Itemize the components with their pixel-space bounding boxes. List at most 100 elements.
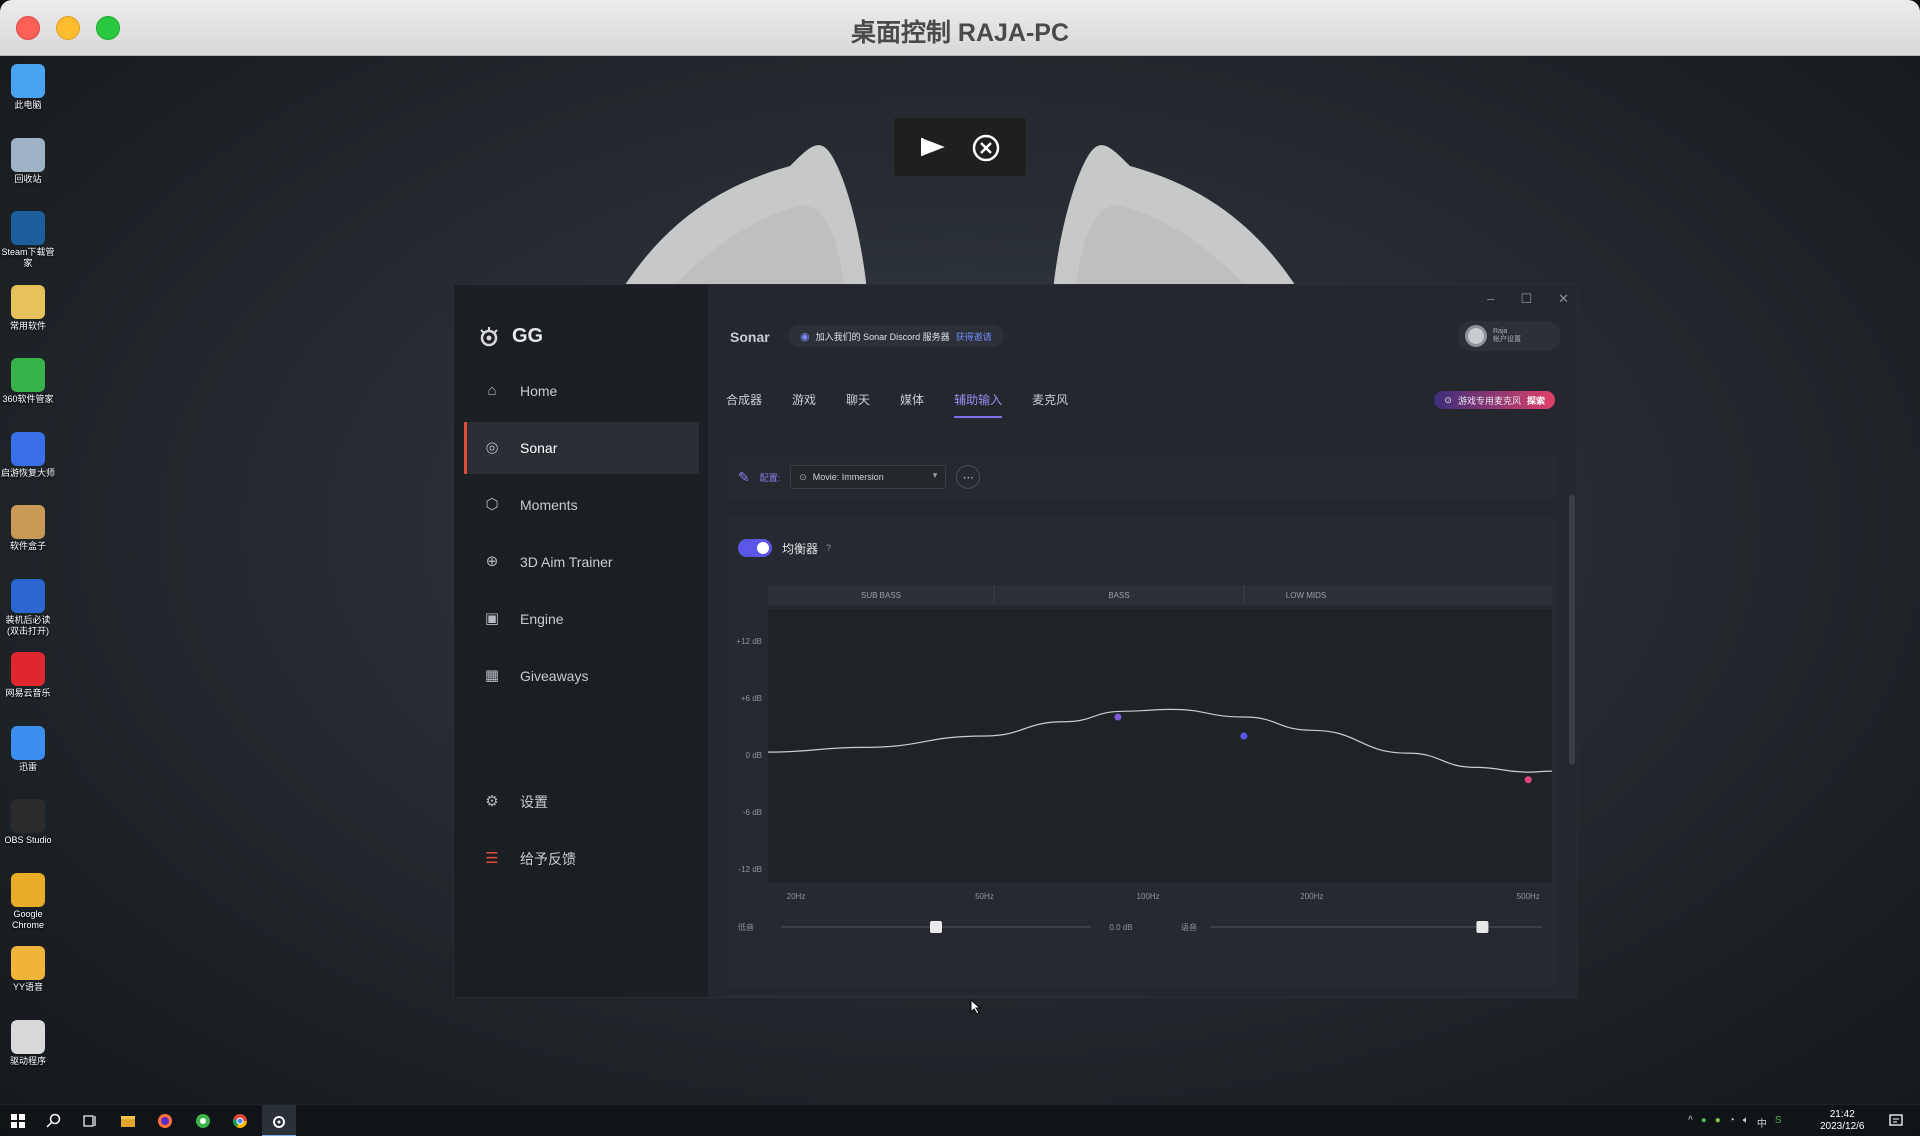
band-label: SUB BASS (861, 591, 901, 600)
voice-slider-thumb[interactable] (1476, 921, 1489, 933)
tab-4[interactable]: 辅助输入 (954, 391, 1003, 418)
eq-band-handle-2[interactable] (1524, 776, 1532, 784)
thunder-icon (11, 725, 45, 760)
gg-logo: GG (478, 325, 543, 348)
tab-0[interactable]: 合成器 (726, 391, 762, 418)
desktop-icon-box[interactable]: 软件盒子 (0, 505, 56, 552)
scrollbar[interactable] (1569, 495, 1575, 765)
clock-time[interactable]: 21:42 (1820, 1109, 1865, 1121)
gg-sidebar: GG ⌂ Home ◎ Sonar ⬡ Moments ⊕ 3D Aim Trainer ▣ En… (454, 285, 708, 997)
file-explorer-icon[interactable] (120, 1113, 136, 1129)
chrome-taskbar-icon[interactable] (232, 1113, 248, 1129)
tab-1[interactable]: 游戏 (792, 391, 816, 418)
firefox-icon[interactable] (157, 1113, 173, 1129)
search-icon[interactable] (46, 1113, 62, 1129)
engine-icon: ▣ (484, 610, 500, 627)
desktop-icon-recycle-bin[interactable]: 回收站 (0, 137, 56, 185)
band-label: LOW MIDS (1286, 591, 1326, 600)
maximize-icon[interactable]: ☐ (1520, 291, 1532, 307)
preset-dropdown[interactable]: ⊙ Movie: Immersion ▾ (790, 465, 947, 489)
sidebar-item-label: Engine (520, 611, 564, 627)
sonar-main-panel: – ☐ ✕ Sonar ◉ 加入我们的 Sonar Discord 服务器 获得… (708, 285, 1577, 997)
desktop-icon-driver[interactable]: 驱动程序 (0, 1019, 56, 1067)
recovery-icon (11, 431, 45, 466)
volume-icon[interactable]: 🔈︎ (1743, 1115, 1749, 1130)
windows-start-icon[interactable] (10, 1113, 26, 1129)
steelseries-small-icon: ⊙ (799, 471, 807, 482)
x-tick-label: 200Hz (1300, 892, 1323, 901)
discord-banner[interactable]: ◉ 加入我们的 Sonar Discord 服务器 获得邀请 (788, 325, 1004, 347)
task-view-icon[interactable] (82, 1113, 98, 1129)
desktop-icon-label: 回收站 (14, 173, 42, 184)
eq-band-handle-0[interactable] (1114, 713, 1122, 721)
close-icon[interactable]: ✕ (1558, 291, 1569, 307)
explore-link[interactable]: 探索 (1527, 394, 1545, 407)
sidebar-item-engine[interactable]: ▣ Engine (464, 593, 699, 645)
feedback-button[interactable]: ☰ 给予反馈 (464, 833, 699, 885)
desktop-icon-folder[interactable]: 常用软件 (0, 284, 56, 332)
network-icon[interactable]: ◔ (1729, 1115, 1735, 1130)
gg-taskbar-button[interactable] (262, 1105, 296, 1136)
desktop-icon-yy[interactable]: YY语音 (0, 946, 56, 993)
avatar (1465, 325, 1487, 347)
desktop-icon-obs[interactable]: OBS Studio (0, 799, 56, 846)
clock-date[interactable]: 2023/12/6 (1820, 1121, 1865, 1133)
desktop-icon-label: 装机后必读(双击打开) (5, 614, 51, 636)
desktop-icon-thunder[interactable]: 迅雷 (0, 725, 56, 773)
equalizer-toggle[interactable] (738, 539, 772, 557)
tray-app-icon[interactable]: ● (1701, 1115, 1707, 1130)
y-tick-label: -12 dB (738, 865, 762, 874)
ime-icon[interactable]: 中 (1757, 1115, 1767, 1130)
desktop-icon-recovery[interactable]: 启游恢复大师 (0, 431, 56, 479)
remote-control-bar (894, 118, 1026, 176)
tray-chevron-icon[interactable]: ^ (1688, 1115, 1693, 1130)
game-mic-banner[interactable]: ⊙ 游戏专用麦克风 探索 (1434, 391, 1555, 409)
tray-s-icon[interactable]: S (1775, 1115, 1782, 1130)
steelseries-logo-icon (480, 326, 498, 346)
sidebar-item-giveaways[interactable]: ▦ Giveaways (464, 650, 699, 702)
app-window-controls: – ☐ ✕ (1487, 291, 1569, 307)
desktop-icon-computer[interactable]: 此电脑 (0, 64, 56, 111)
tab-2[interactable]: 聊天 (846, 391, 870, 418)
remote-desktop-window: 桌面控制 RAJA-PC 此电脑回收站 Steam下载管家常用软件 360软件管家启… (0, 0, 1920, 1136)
page-title: Sonar (730, 329, 770, 345)
notification-icon[interactable] (1888, 1113, 1904, 1129)
sidebar-item-home[interactable]: ⌂ Home (464, 365, 699, 417)
gear-icon: ⚙ (485, 793, 499, 810)
minimize-icon[interactable]: – (1487, 291, 1494, 307)
browser-360-icon[interactable] (195, 1113, 211, 1129)
sidebar-item-3d-aim-trainer[interactable]: ⊕ 3D Aim Trainer (464, 536, 699, 588)
settings-button[interactable]: ⚙ 设置 (464, 776, 699, 828)
tray-360-icon[interactable]: ● (1715, 1115, 1721, 1130)
tab-3[interactable]: 媒体 (900, 391, 924, 418)
app-store-icon (11, 358, 45, 392)
account-settings-label: 帐户设置 (1493, 336, 1521, 343)
desktop-icon-steam[interactable]: Steam下载管家 (0, 211, 56, 269)
sidebar-item-label: Home (520, 383, 558, 399)
x-tick-label: 100Hz (1137, 892, 1160, 901)
driver-icon (11, 1019, 45, 1054)
box-icon (11, 505, 45, 539)
discord-invite-link[interactable]: 获得邀请 (956, 330, 992, 343)
window-title: 桌面控制 RAJA-PC (850, 19, 1070, 47)
desktop-icon-netease-music[interactable]: 网易云音乐 (0, 652, 56, 699)
account-button[interactable]: Raja 帐户设置 (1457, 321, 1561, 351)
bass-slider-thumb[interactable] (930, 921, 942, 933)
equalizer-chart[interactable]: SUB BASS BASS LOW MIDS +12 dB +6 dB 0 dB -6 dB… (726, 585, 1556, 965)
help-icon[interactable]: ? (826, 543, 831, 553)
feedback-label: 给予反馈 (520, 851, 576, 867)
play-flag-icon[interactable] (920, 136, 946, 158)
equalizer-card: 均衡器 ? SUB BASS BASS LOW MIDS +12 dB +6 dB 0 d… (726, 517, 1556, 987)
close-session-icon[interactable] (972, 134, 1000, 162)
desktop-icon-app-store[interactable]: 360软件管家 (0, 358, 56, 405)
home-icon: ⌂ (487, 382, 497, 399)
tab-5[interactable]: 麦克风 (1032, 391, 1068, 418)
desktop-icon-label: Google Chrome (11, 908, 44, 930)
more-options-button[interactable]: ⋯ (956, 465, 981, 489)
desktop-icon-chrome[interactable]: Google Chrome (0, 872, 56, 931)
sidebar-item-moments[interactable]: ⬡ Moments (464, 479, 699, 531)
eq-band-handle-1[interactable] (1240, 732, 1248, 740)
sidebar-item-sonar[interactable]: ◎ Sonar (464, 422, 699, 474)
desktop-icon-word-doc[interactable]: 装机后必读(双击打开) (0, 578, 56, 637)
x-tick-label: 20Hz (787, 892, 806, 901)
